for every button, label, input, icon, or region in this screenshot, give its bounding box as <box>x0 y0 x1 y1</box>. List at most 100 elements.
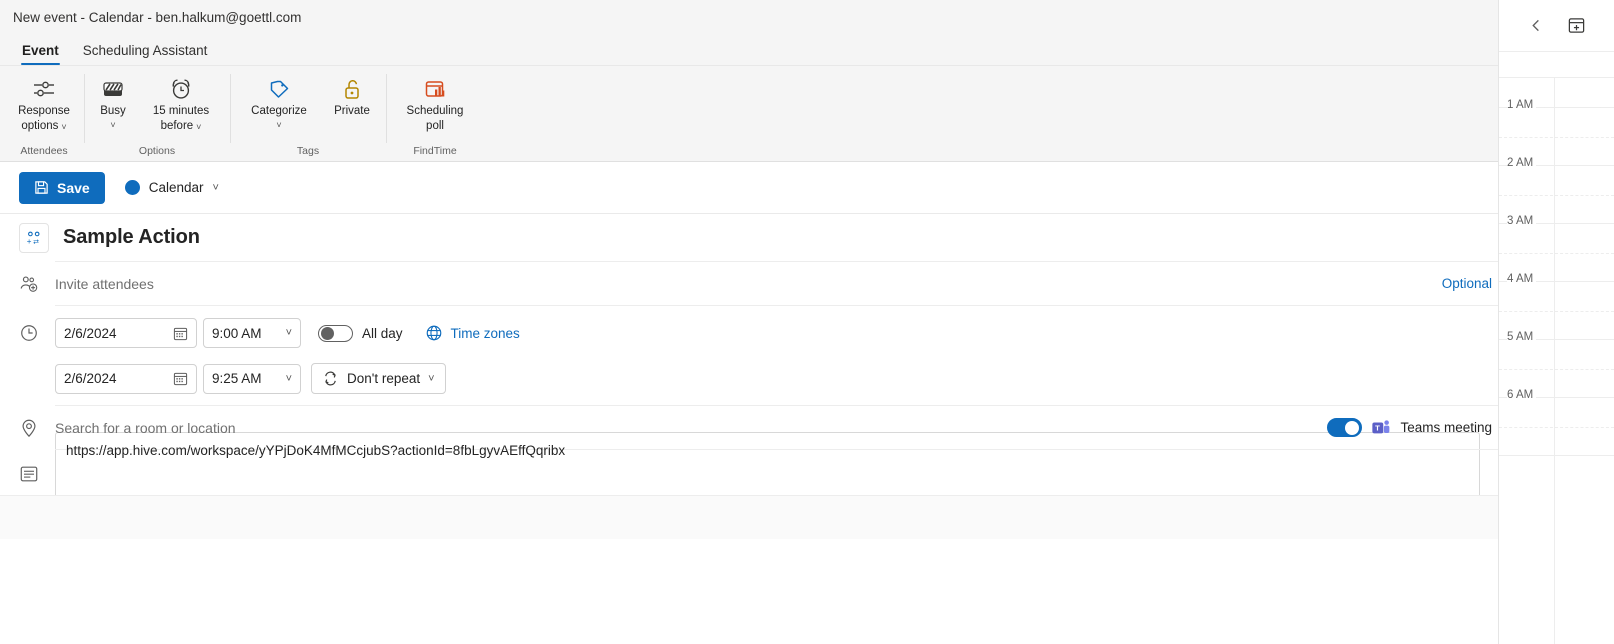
calendar-hour-grid[interactable]: 1 AM 2 AM 3 AM 4 AM 5 AM 6 AM <box>1499 78 1614 644</box>
ribbon-group-label-options: Options <box>138 145 176 157</box>
all-day-toggle[interactable] <box>318 324 353 342</box>
repeat-field[interactable]: Don't repeat ˅ <box>311 363 446 394</box>
svg-text:T: T <box>1376 424 1381 433</box>
window-title: New event - Calendar - ben.halkum@goettl… <box>13 9 302 25</box>
categorize-button[interactable]: Categorize ˅ <box>236 72 322 134</box>
description-lines-icon <box>19 464 39 484</box>
event-title-row: + ⇄ Sample Action <box>0 214 1498 262</box>
svg-text:⇄: ⇄ <box>33 237 39 246</box>
time-zones-link[interactable]: Time zones <box>425 324 520 342</box>
ribbon-group-label-tags: Tags <box>296 145 320 157</box>
ribbon-group-tags: Categorize ˅ Private Tags <box>230 66 386 161</box>
tab-event[interactable]: Event <box>10 39 71 65</box>
event-title-text[interactable]: Sample Action <box>55 226 200 249</box>
event-title-body[interactable]: Sample Action <box>55 214 1498 262</box>
calendar-day-picker-icon[interactable] <box>1565 14 1589 38</box>
private-button[interactable]: Private <box>324 72 380 134</box>
event-body-gutter <box>19 450 55 484</box>
busy-label: Busy ˅ <box>97 105 130 130</box>
event-title-gutter: + ⇄ <box>19 223 55 253</box>
end-date-value: 2/6/2024 <box>64 371 117 386</box>
busy-button[interactable]: Busy ˅ <box>90 72 136 134</box>
previous-day-button[interactable] <box>1525 14 1549 38</box>
tab-scheduling-assistant-label: Scheduling Assistant <box>82 43 208 58</box>
response-options-label-line1: Response <box>18 105 70 117</box>
reminder-alarm-icon <box>168 76 194 102</box>
attendees-gutter <box>19 274 55 294</box>
private-label-text: Private <box>334 105 370 117</box>
ribbon-group-findtime: Scheduling poll FindTime <box>386 66 484 161</box>
busy-label-text: Busy <box>100 105 126 117</box>
end-time-field[interactable]: 9:25 AM ˅ <box>203 363 301 394</box>
calendar-pane-header <box>1499 0 1614 52</box>
categorize-label: Categorize ˅ <box>248 105 311 130</box>
response-options-label-line2: options <box>21 120 59 132</box>
chevron-down-icon: ˅ <box>276 120 282 130</box>
calendar-hour-row[interactable]: 6 AM <box>1499 389 1614 456</box>
window-titlebar: New event - Calendar - ben.halkum@goettl… <box>0 0 1614 34</box>
optional-attendees-link[interactable]: Optional <box>1442 276 1498 291</box>
chevron-down-icon: ˅ <box>285 327 292 339</box>
time-zones-label: Time zones <box>450 325 520 341</box>
end-datetime-row: 2/6/2024 9:25 AM ˅ Don't repeat ˅ <box>0 352 1498 406</box>
form-bottom-strip <box>0 495 1498 539</box>
chevron-down-icon: ˅ <box>428 372 435 385</box>
chevron-down-icon: ˅ <box>285 372 292 385</box>
start-time-field[interactable]: 9:00 AM ˅ <box>203 318 301 348</box>
all-day-label: All day <box>362 325 403 341</box>
attendees-body[interactable]: Invite attendees Optional <box>55 262 1498 306</box>
ribbon-group-label-findtime: FindTime <box>413 145 457 157</box>
calendar-icon <box>173 371 188 386</box>
scheduling-poll-button[interactable]: Scheduling poll <box>392 72 478 134</box>
private-lock-icon <box>340 76 364 102</box>
people-add-icon <box>19 274 39 294</box>
start-date-field[interactable]: 2/6/2024 <box>55 318 197 348</box>
busy-icon <box>101 76 125 102</box>
teams-meeting-toggle[interactable] <box>1327 418 1363 437</box>
calendar-preview-pane: 1 AM 2 AM 3 AM 4 AM 5 AM 6 AM <box>1498 0 1614 644</box>
calendar-allday-strip <box>1499 52 1614 78</box>
ribbon-group-label-attendees: Attendees <box>20 145 68 157</box>
reminder-button[interactable]: 15 minutes before ˅ <box>138 72 224 134</box>
new-event-window: New event - Calendar - ben.halkum@goettl… <box>0 0 1614 644</box>
datetime-gutter <box>19 323 55 343</box>
end-datetime-body: 2/6/2024 9:25 AM ˅ Don't repeat ˅ <box>55 360 1498 406</box>
response-options-label: Response options ˅ <box>12 105 76 133</box>
event-title-icon: + ⇄ <box>19 223 49 253</box>
categorize-tag-icon <box>266 76 292 102</box>
end-date-field[interactable]: 2/6/2024 <box>55 363 197 394</box>
save-button[interactable]: Save <box>19 171 105 204</box>
attendees-input-placeholder[interactable]: Invite attendees <box>55 276 154 292</box>
chevron-down-icon: ˅ <box>61 121 67 132</box>
event-form: + ⇄ Sample Action Invite attendees Optio… <box>0 214 1498 539</box>
start-date-value: 2/6/2024 <box>64 325 117 341</box>
command-bar: Save Calendar ˅ <box>0 162 1614 214</box>
calendar-selector-label: Calendar <box>148 180 204 195</box>
start-datetime-row: 2/6/2024 9:00 AM ˅ All day Time zones <box>0 306 1498 352</box>
scheduling-poll-label-line1: Scheduling <box>406 105 464 117</box>
clock-icon <box>19 323 39 343</box>
repeat-icon <box>322 370 339 387</box>
categorize-label-text: Categorize <box>251 105 307 117</box>
chevron-down-icon: ˅ <box>110 120 116 130</box>
reminder-label: 15 minutes before ˅ <box>140 105 222 133</box>
scheduling-poll-icon <box>422 76 448 102</box>
chevron-down-icon: ˅ <box>212 181 219 194</box>
calendar-hour-label: 4 AM <box>1507 273 1537 285</box>
all-day-toggle-wrap[interactable]: All day <box>318 324 403 342</box>
response-options-button[interactable]: Response options ˅ <box>10 72 78 134</box>
ribbon-group-attendees: Response options ˅ Attendees <box>4 66 84 161</box>
attendees-row: Invite attendees Optional <box>0 262 1498 306</box>
all-day-toggle-knob <box>321 326 334 340</box>
start-datetime-body: 2/6/2024 9:00 AM ˅ All day Time zones <box>55 314 1498 352</box>
ribbon-tabstrip: Event Scheduling Assistant <box>0 34 1614 66</box>
location-gutter <box>19 418 55 438</box>
tab-event-label: Event <box>22 43 59 58</box>
calendar-hour-label: 2 AM <box>1507 157 1537 169</box>
calendar-selector[interactable]: Calendar ˅ <box>119 176 225 199</box>
calendar-color-dot <box>124 180 140 195</box>
tab-scheduling-assistant[interactable]: Scheduling Assistant <box>71 39 220 65</box>
location-pin-icon <box>19 418 39 438</box>
private-label: Private <box>334 105 370 118</box>
ribbon-toolbar: Response options ˅ Attendees Busy ˅ 15 m… <box>0 66 1614 162</box>
